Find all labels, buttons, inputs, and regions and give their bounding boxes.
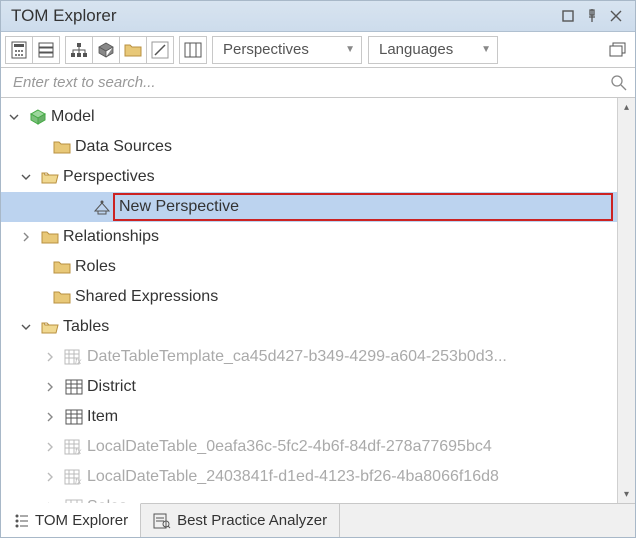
tree-label: New Perspective — [117, 198, 239, 216]
tree-label: District — [85, 378, 136, 396]
expand-toggle[interactable] — [45, 352, 63, 362]
tree-label: Roles — [73, 258, 116, 276]
folder-open-icon — [39, 320, 61, 334]
expand-toggle[interactable] — [21, 172, 39, 182]
tab-best-practice[interactable]: Best Practice Analyzer — [141, 504, 340, 537]
tree-label: Data Sources — [73, 138, 172, 156]
table-icon — [63, 499, 85, 503]
tree-label: LocalDateTable_0eafa36c-5fc2-4b6f-84df-2… — [85, 438, 492, 456]
svg-text:fx: fx — [75, 357, 82, 365]
toolbar-rows-icon[interactable] — [32, 36, 60, 64]
expand-toggle[interactable] — [21, 232, 39, 242]
tree-label: Perspectives — [61, 168, 155, 186]
tree-node-tables[interactable]: Tables — [1, 312, 617, 342]
folder-icon — [51, 140, 73, 154]
tree-node-table[interactable]: District — [1, 372, 617, 402]
titlebar: TOM Explorer — [1, 0, 635, 32]
tab-label: Best Practice Analyzer — [177, 512, 327, 529]
close-button[interactable] — [605, 5, 627, 27]
tree-node-relationships[interactable]: Relationships — [1, 222, 617, 252]
tree-label: Relationships — [61, 228, 159, 246]
vertical-scrollbar[interactable]: ▴ ▾ — [617, 98, 635, 503]
expand-toggle[interactable] — [21, 322, 39, 332]
folder-open-icon — [39, 170, 61, 184]
tree-label: Tables — [61, 318, 109, 336]
tree-container: Model Data Sources Perspectives — [1, 98, 635, 503]
toolbar-columns-icon[interactable] — [179, 36, 207, 64]
tree-node-roles[interactable]: Roles — [1, 252, 617, 282]
tree-node-shared-expressions[interactable]: Shared Expressions — [1, 282, 617, 312]
toolbar-hierarchy-icon[interactable] — [65, 36, 93, 64]
chevron-down-icon: ▼ — [345, 44, 355, 55]
search-icon[interactable] — [611, 75, 627, 91]
tree-node-table[interactable]: Sales — [1, 492, 617, 503]
tab-label: TOM Explorer — [35, 512, 128, 529]
expand-toggle[interactable] — [45, 502, 63, 503]
tree-node-table[interactable]: fx DateTableTemplate_ca45d427-b349-4299-… — [1, 342, 617, 372]
search-input[interactable] — [11, 73, 611, 92]
table-fx-icon: fx — [63, 439, 85, 455]
perspective-icon — [91, 199, 113, 215]
languages-dropdown[interactable]: Languages ▼ — [368, 36, 498, 64]
svg-text:fx: fx — [75, 477, 82, 485]
toolbar-edit-icon[interactable] — [146, 36, 174, 64]
expand-toggle[interactable] — [9, 112, 27, 122]
tab-tom-explorer[interactable]: TOM Explorer — [1, 503, 141, 537]
expand-toggle[interactable] — [45, 412, 63, 422]
table-icon — [63, 409, 85, 425]
bottom-tabs: TOM Explorer Best Practice Analyzer — [1, 503, 635, 537]
tree-node-table[interactable]: fx LocalDateTable_0eafa36c-5fc2-4b6f-84d… — [1, 432, 617, 462]
svg-text:fx: fx — [75, 447, 82, 455]
table-fx-icon: fx — [63, 469, 85, 485]
expand-toggle[interactable] — [45, 382, 63, 392]
expand-toggle[interactable] — [45, 472, 63, 482]
toolbar: Perspectives ▼ Languages ▼ — [1, 32, 635, 68]
tree-node-data-sources[interactable]: Data Sources — [1, 132, 617, 162]
analyzer-icon — [153, 513, 171, 529]
toolbar-windows-icon[interactable] — [604, 36, 632, 64]
toolbar-folder-icon[interactable] — [119, 36, 147, 64]
tree-icon — [13, 513, 29, 529]
chevron-down-icon: ▼ — [481, 44, 491, 55]
tree-node-table[interactable]: fx LocalDateTable_2403841f-d1ed-4123-bf2… — [1, 462, 617, 492]
tree-node-model[interactable]: Model — [1, 102, 617, 132]
scroll-up-icon[interactable]: ▴ — [618, 98, 635, 116]
maximize-button[interactable] — [557, 5, 579, 27]
tree-node-table[interactable]: Item — [1, 402, 617, 432]
cube-icon — [27, 108, 49, 126]
tree-label: LocalDateTable_2403841f-d1ed-4123-bf26-4… — [85, 468, 499, 486]
table-icon — [63, 379, 85, 395]
languages-dropdown-label: Languages — [379, 41, 453, 58]
tree-node-new-perspective[interactable]: New Perspective — [1, 192, 617, 222]
tree-label: Item — [85, 408, 118, 426]
pin-button[interactable] — [581, 5, 603, 27]
search-bar — [1, 68, 635, 98]
toolbar-calc-icon[interactable] — [5, 36, 33, 64]
perspectives-dropdown[interactable]: Perspectives ▼ — [212, 36, 362, 64]
tom-explorer-panel: TOM Explorer — [0, 0, 636, 538]
tree-label: Shared Expressions — [73, 288, 218, 306]
folder-icon — [51, 290, 73, 304]
folder-icon — [51, 260, 73, 274]
tree-label: DateTableTemplate_ca45d427-b349-4299-a60… — [85, 348, 507, 366]
tree-label: Sales — [85, 498, 127, 503]
table-fx-icon: fx — [63, 349, 85, 365]
toolbar-cube-icon[interactable] — [92, 36, 120, 64]
folder-icon — [39, 230, 61, 244]
expand-toggle[interactable] — [45, 442, 63, 452]
tree-node-perspectives[interactable]: Perspectives — [1, 162, 617, 192]
perspectives-dropdown-label: Perspectives — [223, 41, 309, 58]
scroll-down-icon[interactable]: ▾ — [618, 485, 635, 503]
tree-label: Model — [49, 108, 95, 126]
tree[interactable]: Model Data Sources Perspectives — [1, 98, 617, 503]
panel-title: TOM Explorer — [11, 6, 555, 26]
